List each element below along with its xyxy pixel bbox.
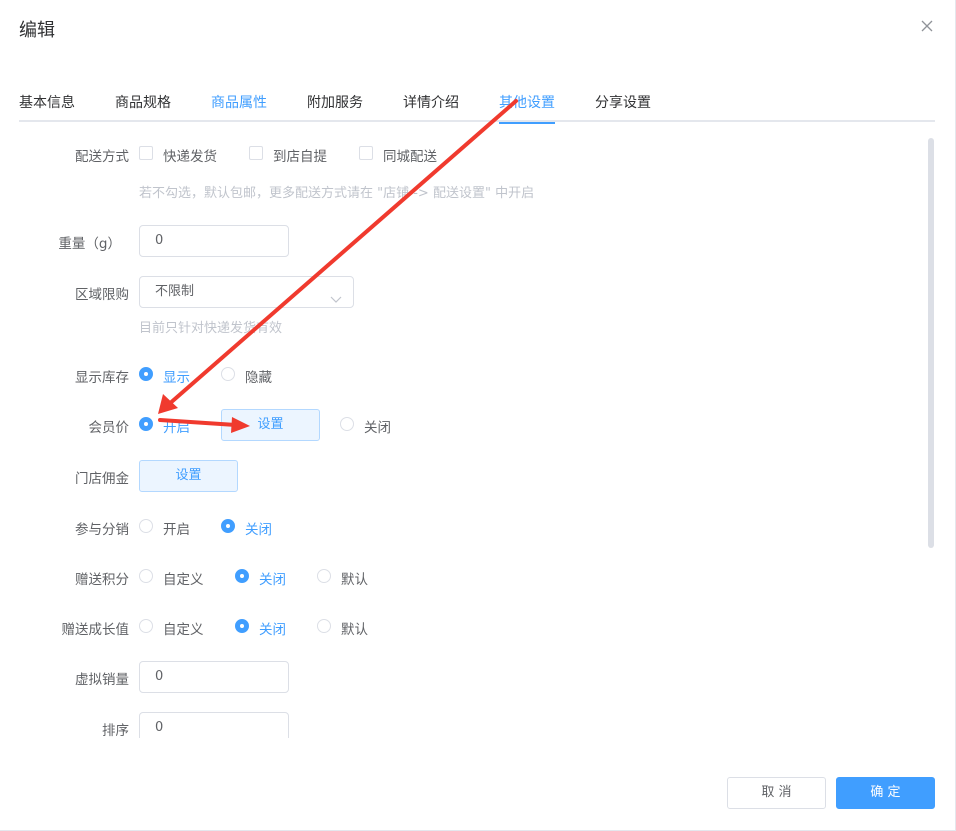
tab-detail[interactable]: 详情介绍 (403, 84, 459, 122)
radio-growth-default-label: 默认 (341, 622, 368, 638)
region-select-value: 不限制 (155, 284, 195, 299)
weight-label: 重量（g） (58, 236, 121, 252)
stock-label: 显示库存 (75, 370, 129, 386)
scrollbar[interactable] (928, 138, 934, 548)
radio-stock-show-label: 显示 (163, 370, 190, 386)
checkbox-express[interactable] (139, 146, 153, 160)
tab-extra-service[interactable]: 附加服务 (307, 84, 363, 122)
radio-points-custom[interactable] (139, 569, 153, 583)
radio-points-default[interactable] (317, 569, 331, 583)
radio-points-off-label: 关闭 (259, 572, 286, 588)
checkbox-pickup-label: 到店自提 (273, 149, 327, 165)
radio-growth-default[interactable] (317, 619, 331, 633)
tab-bar: 基本信息 商品规格 商品属性 附加服务 详情介绍 其他设置 分享设置 (19, 84, 935, 124)
checkbox-pickup[interactable] (249, 146, 263, 160)
tab-other-settings[interactable]: 其他设置 (499, 84, 555, 124)
checkbox-local[interactable] (359, 146, 373, 160)
edit-dialog: 编辑 基本信息 商品规格 商品属性 附加服务 详情介绍 其他设置 分享设置 配送… (0, 0, 956, 831)
radio-stock-hide[interactable] (221, 367, 235, 381)
radio-distribution-on[interactable] (139, 519, 153, 533)
sort-input[interactable]: 0 (139, 712, 289, 738)
store-commission-set-button[interactable]: 设置 (139, 460, 238, 492)
radio-growth-off[interactable] (235, 619, 249, 633)
radio-stock-show[interactable] (139, 367, 153, 381)
radio-growth-off-label: 关闭 (259, 622, 286, 638)
radio-growth-custom[interactable] (139, 619, 153, 633)
region-hint: 目前只针对快递发货有效 (139, 321, 283, 336)
distribution-label: 参与分销 (75, 522, 129, 538)
virtual-sales-label: 虚拟销量 (75, 672, 129, 688)
virtual-sales-input[interactable]: 0 (139, 661, 289, 693)
radio-growth-custom-label: 自定义 (163, 622, 204, 638)
delivery-label: 配送方式 (75, 149, 129, 165)
member-price-set-button[interactable]: 设置 (221, 409, 320, 441)
radio-points-off[interactable] (235, 569, 249, 583)
checkbox-local-label: 同城配送 (383, 149, 437, 165)
tab-spec[interactable]: 商品规格 (115, 84, 171, 122)
radio-distribution-off[interactable] (221, 519, 235, 533)
radio-stock-hide-label: 隐藏 (245, 370, 272, 386)
region-select[interactable]: 不限制 (139, 276, 354, 308)
radio-member-price-on[interactable] (139, 417, 153, 431)
close-icon[interactable] (919, 18, 935, 34)
radio-distribution-off-label: 关闭 (245, 522, 272, 538)
chevron-down-icon (330, 287, 342, 303)
radio-member-price-off-label: 关闭 (364, 420, 391, 436)
delivery-hint: 若不勾选，默认包邮，更多配送方式请在 "店铺 -> 配送设置" 中开启 (139, 186, 535, 201)
store-commission-label: 门店佣金 (75, 471, 129, 487)
radio-member-price-off[interactable] (340, 417, 354, 431)
tab-basic-info[interactable]: 基本信息 (19, 84, 75, 122)
confirm-button[interactable]: 确 定 (836, 777, 935, 809)
radio-points-custom-label: 自定义 (163, 572, 204, 588)
radio-member-price-on-label: 开启 (163, 420, 190, 436)
sort-label: 排序 (102, 723, 129, 738)
sort-row-clip: 排序 0 (0, 700, 920, 738)
radio-points-default-label: 默认 (341, 572, 368, 588)
cancel-button[interactable]: 取 消 (727, 777, 826, 809)
tab-share-settings[interactable]: 分享设置 (595, 84, 651, 122)
dialog-title: 编辑 (19, 20, 55, 41)
checkbox-express-label: 快递发货 (163, 149, 217, 165)
radio-distribution-on-label: 开启 (163, 522, 190, 538)
weight-input[interactable]: 0 (139, 225, 289, 257)
region-label: 区域限购 (75, 287, 129, 303)
tab-attributes[interactable]: 商品属性 (211, 84, 267, 122)
growth-label: 赠送成长值 (61, 622, 130, 638)
points-label: 赠送积分 (75, 572, 129, 588)
member-price-label: 会员价 (88, 420, 130, 436)
